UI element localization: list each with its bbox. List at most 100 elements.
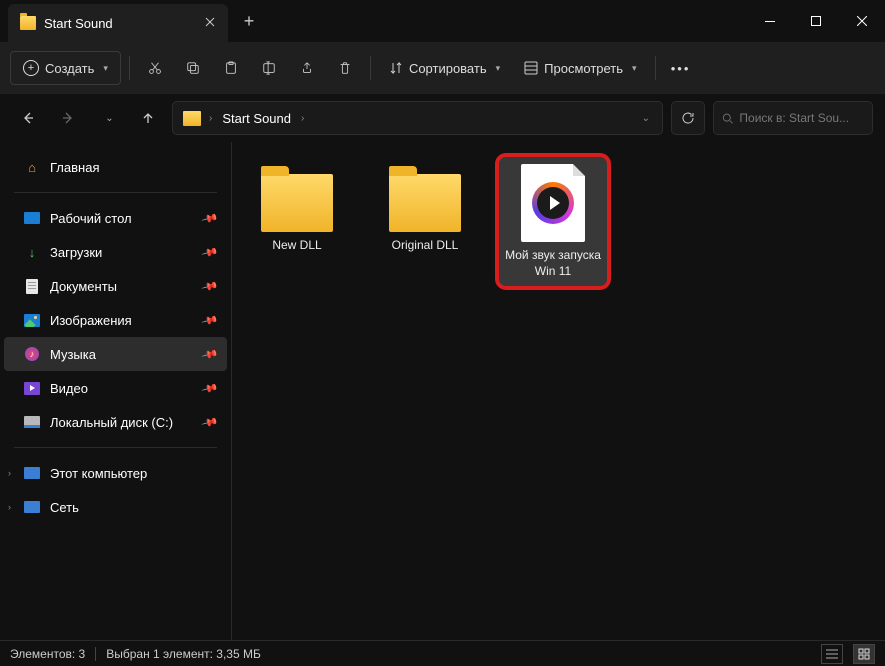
- copy-icon: [186, 60, 200, 76]
- sidebar-item-this-pc[interactable]: › Этот компьютер: [4, 456, 227, 490]
- sidebar-label: Рабочий стол: [50, 211, 132, 226]
- sidebar-item-network[interactable]: › Сеть: [4, 490, 227, 524]
- tab-start-sound[interactable]: Start Sound: [8, 4, 228, 42]
- cut-icon: [148, 60, 162, 76]
- sort-label: Сортировать: [409, 61, 487, 76]
- grid-icon: [858, 648, 870, 660]
- maximize-button[interactable]: [793, 1, 839, 41]
- file-area[interactable]: New DLL Original DLL Мой звук запуска Wi…: [232, 142, 885, 640]
- paste-button[interactable]: [214, 51, 248, 85]
- item-label: New DLL: [272, 238, 321, 254]
- folder-item[interactable]: Original DLL: [370, 156, 480, 262]
- audio-file-icon: [521, 164, 585, 242]
- copy-button[interactable]: [176, 51, 210, 85]
- up-button[interactable]: [132, 102, 164, 134]
- disk-icon: [24, 416, 40, 428]
- forward-button[interactable]: [52, 102, 84, 134]
- new-tab-button[interactable]: +: [234, 6, 264, 36]
- arrow-right-icon: [61, 111, 75, 125]
- status-bar: Элементов: 3 Выбран 1 элемент: 3,35 МБ: [0, 640, 885, 666]
- tab-close-button[interactable]: [202, 14, 218, 30]
- minimize-icon: [765, 21, 775, 22]
- window-close-button[interactable]: [839, 1, 885, 41]
- music-icon: ♪: [25, 347, 39, 361]
- chevron-down-icon: ▾: [632, 63, 637, 74]
- pin-icon: 📌: [201, 345, 219, 363]
- chevron-right-icon: ›: [209, 113, 212, 124]
- arrow-up-icon: [141, 111, 155, 125]
- ellipsis-icon: •••: [671, 61, 691, 76]
- status-selection: Выбран 1 элемент: 3,35 МБ: [106, 647, 261, 661]
- address-bar: ⌄ › Start Sound › ⌄: [0, 94, 885, 142]
- sort-button[interactable]: Сортировать ▾: [379, 51, 510, 85]
- view-button[interactable]: Просмотреть ▾: [514, 51, 646, 85]
- sidebar-item-music[interactable]: ♪ Музыка 📌: [4, 337, 227, 371]
- sidebar-label: Загрузки: [50, 245, 102, 260]
- refresh-button[interactable]: [671, 101, 705, 135]
- sidebar-label: Музыка: [50, 347, 96, 362]
- titlebar: Start Sound +: [0, 0, 885, 42]
- pin-icon: 📌: [201, 243, 219, 261]
- maximize-icon: [811, 16, 821, 26]
- sort-icon: [389, 61, 403, 75]
- rename-button[interactable]: [252, 51, 286, 85]
- share-button[interactable]: [290, 51, 324, 85]
- share-icon: [300, 60, 314, 76]
- chevron-right-icon: ›: [8, 468, 11, 478]
- sidebar-label: Сеть: [50, 500, 79, 515]
- paste-icon: [224, 60, 238, 76]
- status-count: Элементов: 3: [10, 647, 85, 661]
- view-icon: [524, 61, 538, 75]
- recent-button[interactable]: ⌄: [92, 102, 124, 134]
- sidebar: ⌂ Главная Рабочий стол 📌 ↓ Загрузки 📌 До…: [0, 142, 232, 640]
- rename-icon: [262, 60, 276, 76]
- close-icon: [205, 17, 215, 27]
- chevron-down-icon[interactable]: ⌄: [636, 109, 656, 128]
- list-icon: [826, 649, 838, 659]
- sidebar-item-desktop[interactable]: Рабочий стол 📌: [4, 201, 227, 235]
- sidebar-label: Видео: [50, 381, 88, 396]
- search-icon: [722, 112, 733, 125]
- search-input[interactable]: [739, 111, 864, 125]
- desktop-icon: [24, 212, 40, 224]
- sidebar-item-video[interactable]: Видео 📌: [4, 371, 227, 405]
- folder-item[interactable]: New DLL: [242, 156, 352, 262]
- tab-title: Start Sound: [44, 16, 113, 31]
- sidebar-label: Главная: [50, 160, 99, 175]
- plus-icon: +: [23, 60, 39, 76]
- pin-icon: 📌: [201, 413, 219, 431]
- pc-icon: [24, 467, 40, 479]
- audio-file-item[interactable]: Мой звук запуска Win 11: [498, 156, 608, 287]
- search-box[interactable]: [713, 101, 873, 135]
- icons-view-button[interactable]: [853, 644, 875, 664]
- create-button[interactable]: + Создать ▾: [10, 51, 121, 85]
- folder-icon: [389, 174, 461, 232]
- folder-icon: [261, 174, 333, 232]
- folder-icon: [20, 16, 36, 30]
- view-label: Просмотреть: [544, 61, 623, 76]
- details-view-button[interactable]: [821, 644, 843, 664]
- toolbar: + Создать ▾ Сортировать ▾ Просмотреть ▾ …: [0, 42, 885, 94]
- back-button[interactable]: [12, 102, 44, 134]
- sidebar-item-downloads[interactable]: ↓ Загрузки 📌: [4, 235, 227, 269]
- more-button[interactable]: •••: [664, 51, 698, 85]
- delete-button[interactable]: [328, 51, 362, 85]
- image-icon: [24, 314, 40, 327]
- minimize-button[interactable]: [747, 1, 793, 41]
- breadcrumb-item[interactable]: Start Sound: [216, 107, 297, 130]
- item-label: Original DLL: [392, 238, 459, 254]
- pin-icon: 📌: [201, 311, 219, 329]
- video-icon: [24, 382, 40, 395]
- sidebar-label: Документы: [50, 279, 117, 294]
- pin-icon: 📌: [201, 277, 219, 295]
- chevron-right-icon: ›: [8, 502, 11, 512]
- sidebar-item-disk-c[interactable]: Локальный диск (C:) 📌: [4, 405, 227, 439]
- cut-button[interactable]: [138, 51, 172, 85]
- folder-icon: [183, 111, 201, 126]
- sidebar-item-documents[interactable]: Документы 📌: [4, 269, 227, 303]
- sidebar-item-pictures[interactable]: Изображения 📌: [4, 303, 227, 337]
- chevron-down-icon: ▾: [103, 63, 108, 74]
- breadcrumb[interactable]: › Start Sound › ⌄: [172, 101, 663, 135]
- sidebar-item-home[interactable]: ⌂ Главная: [4, 150, 227, 184]
- trash-icon: [338, 60, 352, 76]
